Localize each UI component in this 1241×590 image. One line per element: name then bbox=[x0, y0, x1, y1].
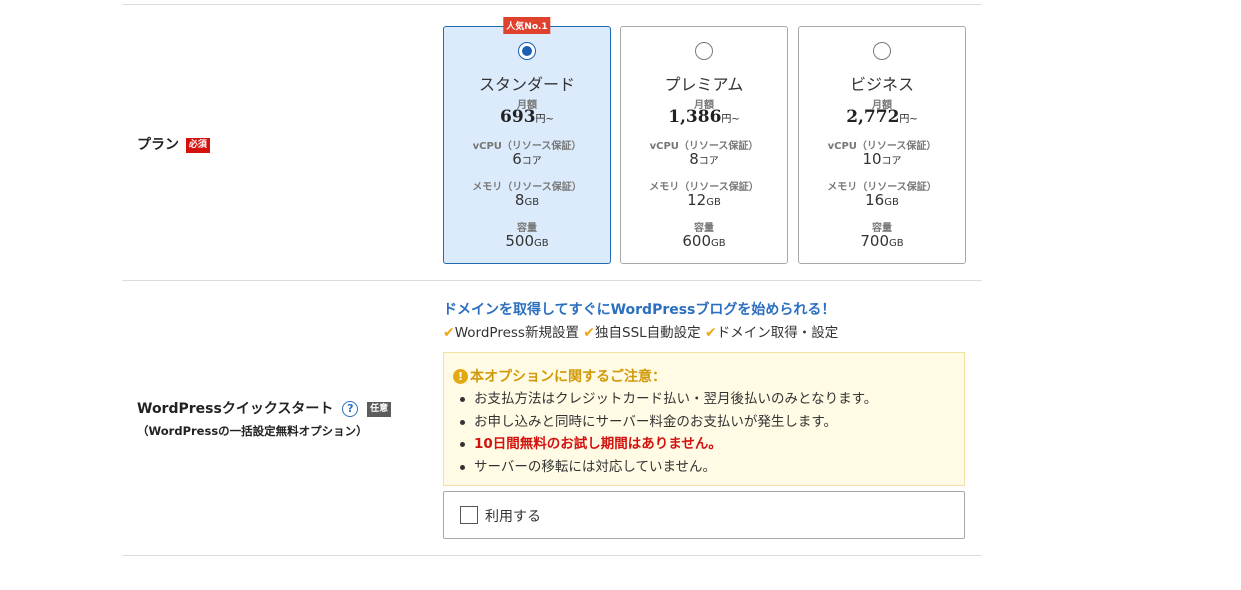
notice-item: サーバーの移転には対応していません。 bbox=[458, 456, 877, 479]
plan-card-premium[interactable]: プレミアム 月額 1,386円~ vCPU（リソース保証） 8コア メモリ（リソ… bbox=[620, 26, 788, 264]
plan-label-text: プラン bbox=[137, 137, 179, 153]
wp-row-sublabel: （WordPressの一括設定無料オプション） bbox=[137, 424, 368, 438]
plan-name: ビジネス bbox=[849, 75, 914, 94]
check-icon: ✔ bbox=[704, 325, 717, 341]
vcpu-value: 6コア bbox=[512, 150, 542, 168]
notice-title: ! 本オプションに関するご注意： bbox=[453, 366, 666, 386]
optional-badge: 任意 bbox=[367, 401, 392, 417]
plan-name: プレミアム bbox=[664, 75, 744, 94]
plan-price: 693円~ bbox=[500, 107, 554, 127]
memory-value: 8GB bbox=[514, 191, 540, 209]
feature-item: WordPress新規設置 bbox=[454, 325, 579, 341]
required-badge: 必須 bbox=[185, 137, 210, 153]
divider-bottom bbox=[122, 555, 982, 556]
feature-list: ✔WordPress新規設置 ✔独自SSL自動設定 ✔ドメイン取得・設定 bbox=[443, 321, 838, 341]
notice-item: お申し込みと同時にサーバー料金のお支払いが発生します。 bbox=[458, 411, 877, 434]
plan-radio-business[interactable] bbox=[873, 42, 891, 60]
notice-item-emphasis: 10日間無料のお試し期間はありません。 bbox=[458, 433, 877, 456]
exclamation-circle-icon: ! bbox=[453, 369, 468, 384]
wp-headline: ドメインを取得してすぐにWordPressブログを始められる！ bbox=[443, 302, 836, 318]
wp-row-label: WordPressクイックスタート ? 任意 bbox=[137, 398, 392, 418]
plan-price: 2,772円~ bbox=[846, 107, 918, 127]
vcpu-value: 8コア bbox=[689, 150, 719, 168]
notice-item: お支払方法はクレジットカード払い・翌月後払いのみとなります。 bbox=[458, 388, 877, 411]
storage-value: 700GB bbox=[860, 232, 904, 250]
plan-name: スタンダード bbox=[478, 75, 575, 94]
divider-middle bbox=[122, 280, 982, 281]
use-checkbox[interactable] bbox=[460, 506, 478, 524]
plan-radio-standard[interactable] bbox=[518, 42, 536, 60]
memory-value: 12GB bbox=[687, 191, 721, 209]
feature-item: ドメイン取得・設定 bbox=[716, 325, 839, 341]
plan-price: 1,386円~ bbox=[668, 107, 740, 127]
feature-item: 独自SSL自動設定 bbox=[595, 325, 701, 341]
memory-value: 16GB bbox=[865, 191, 899, 209]
vcpu-value: 10コア bbox=[862, 150, 902, 168]
use-option-box[interactable]: 利用する bbox=[443, 491, 965, 539]
plan-row-label: プラン 必須 bbox=[137, 134, 210, 154]
wp-label-text: WordPressクイックスタート bbox=[137, 401, 334, 417]
check-icon: ✔ bbox=[583, 325, 595, 341]
divider-top bbox=[122, 4, 982, 5]
plan-card-business[interactable]: ビジネス 月額 2,772円~ vCPU（リソース保証） 10コア メモリ（リソ… bbox=[798, 26, 966, 264]
notice-box: ! 本オプションに関するご注意： お支払方法はクレジットカード払い・翌月後払いのみ… bbox=[443, 352, 965, 486]
question-circle-icon[interactable]: ? bbox=[342, 401, 359, 417]
use-checkbox-label[interactable]: 利用する bbox=[485, 506, 541, 526]
popular-badge: 人気No.1 bbox=[503, 17, 551, 34]
notice-list: お支払方法はクレジットカード払い・翌月後払いのみとなります。 お申し込みと同時に… bbox=[458, 388, 877, 478]
plan-card-standard[interactable]: 人気No.1 スタンダード 月額 693円~ vCPU（リソース保証） 6コア … bbox=[443, 17, 611, 264]
plan-radio-premium[interactable] bbox=[695, 42, 713, 60]
storage-value: 500GB bbox=[505, 232, 549, 250]
storage-value: 600GB bbox=[682, 232, 726, 250]
check-icon: ✔ bbox=[443, 325, 455, 341]
